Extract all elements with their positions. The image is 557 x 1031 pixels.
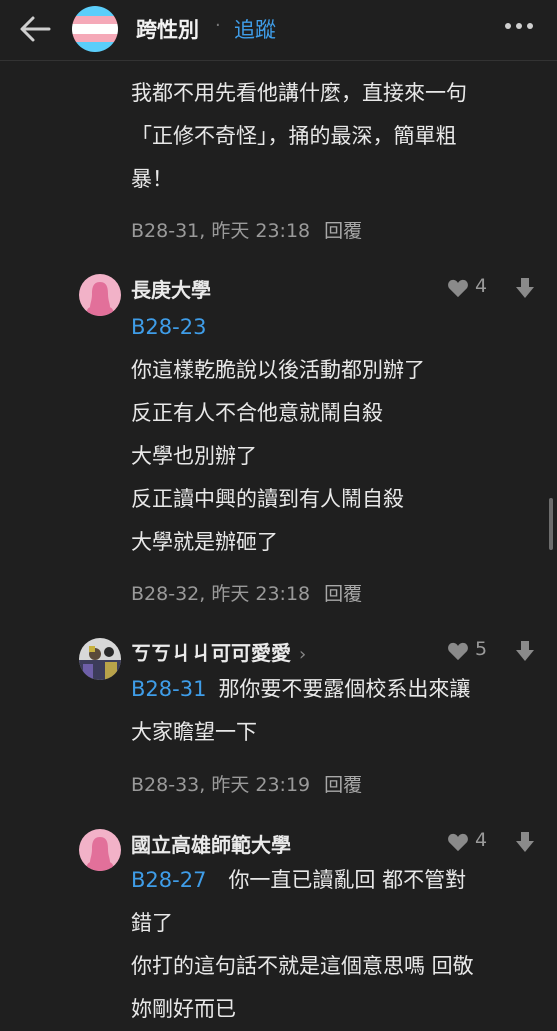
top-bar: 跨性別 · 追蹤 (0, 0, 557, 61)
comment-line: 大學就是辦砸了 (131, 530, 278, 554)
comment-line: 你打的這句話不就是這個意思嗎 回敬 (131, 954, 474, 978)
comment-meta: B28-31, 昨天 23:18 回覆 (131, 216, 362, 243)
author-name[interactable]: 長庚大學 (131, 274, 211, 303)
chevron-right-icon: › (299, 644, 307, 665)
title-separator: · (215, 15, 221, 36)
comment-body: B28-31 那你要不要露個校系出來讓 大家瞻望一下 (131, 668, 470, 754)
floor-and-time: B28-31, 昨天 23:18 (131, 220, 311, 242)
back-arrow-icon[interactable] (18, 14, 52, 44)
comment-line: 大學也別辦了 (131, 444, 257, 468)
comment-body: B28-23 你這樣乾脆說以後活動都別辦了 反正有人不合他意就鬧自殺 大學也別辦… (131, 306, 425, 564)
comment-line: 我都不用先看他講什麼，直接來一句 (131, 81, 467, 105)
author-name[interactable]: 國立高雄師範大學 (131, 829, 291, 858)
like-count: 4 (475, 829, 488, 851)
heart-icon[interactable] (447, 278, 469, 298)
avatar[interactable] (79, 274, 121, 316)
reply-reference-link[interactable]: B28-31 (131, 677, 206, 701)
floor-and-time: B28-32, 昨天 23:18 (131, 583, 311, 605)
comment-line: 大家瞻望一下 (131, 720, 257, 744)
avatar[interactable] (79, 829, 121, 871)
comment-line: 暴！ (131, 167, 173, 191)
forum-title[interactable]: 跨性別 (136, 14, 199, 44)
downvote-icon[interactable] (515, 276, 535, 300)
comment-line: 反正有人不合他意就鬧自殺 (131, 401, 383, 425)
like-count: 5 (475, 638, 488, 660)
follow-button[interactable]: 追蹤 (234, 14, 276, 44)
author-name[interactable]: ㄎㄎㄐㄐ可可愛愛 › (131, 637, 306, 666)
downvote-icon[interactable] (515, 830, 535, 854)
reply-reference-link[interactable]: B28-23 (131, 315, 206, 339)
floor-and-time: B28-33, 昨天 23:19 (131, 774, 311, 796)
forum-avatar-trans-flag[interactable] (72, 6, 118, 52)
comment-line: 「正修不奇怪」，捅的最深，簡單粗 (131, 124, 457, 148)
heart-icon[interactable] (447, 832, 469, 852)
comment-line: 反正讀中興的讀到有人鬧自殺 (131, 487, 404, 511)
comment-body: B28-27 你一直已讀亂回 都不管對 錯了 你打的這句話不就是這個意思嗎 回敬 … (131, 859, 474, 1031)
comment-meta: B28-33, 昨天 23:19 回覆 (131, 770, 362, 797)
reply-button[interactable]: 回覆 (324, 774, 362, 796)
comment-line: 錯了 (131, 911, 173, 935)
reply-reference-link[interactable]: B28-27 (131, 868, 206, 892)
heart-icon[interactable] (447, 641, 469, 661)
comment-line: 你這樣乾脆說以後活動都別辦了 (131, 358, 425, 382)
comment-meta: B28-32, 昨天 23:18 回覆 (131, 579, 362, 606)
comment-line: 你一直已讀亂回 都不管對 (228, 868, 467, 892)
like-count: 4 (475, 275, 488, 297)
comment-line: 妳剛好而已 (131, 997, 236, 1021)
downvote-icon[interactable] (515, 639, 535, 663)
reply-button[interactable]: 回覆 (324, 220, 362, 242)
comment-body: 我都不用先看他講什麼，直接來一句 「正修不奇怪」，捅的最深，簡單粗 暴！ (131, 72, 467, 201)
scrollbar-thumb[interactable] (549, 498, 553, 550)
reply-button[interactable]: 回覆 (324, 583, 362, 605)
more-options-icon[interactable] (503, 14, 535, 38)
avatar[interactable] (79, 638, 121, 680)
comment-line: 那你要不要露個校系出來讓 (218, 677, 471, 701)
